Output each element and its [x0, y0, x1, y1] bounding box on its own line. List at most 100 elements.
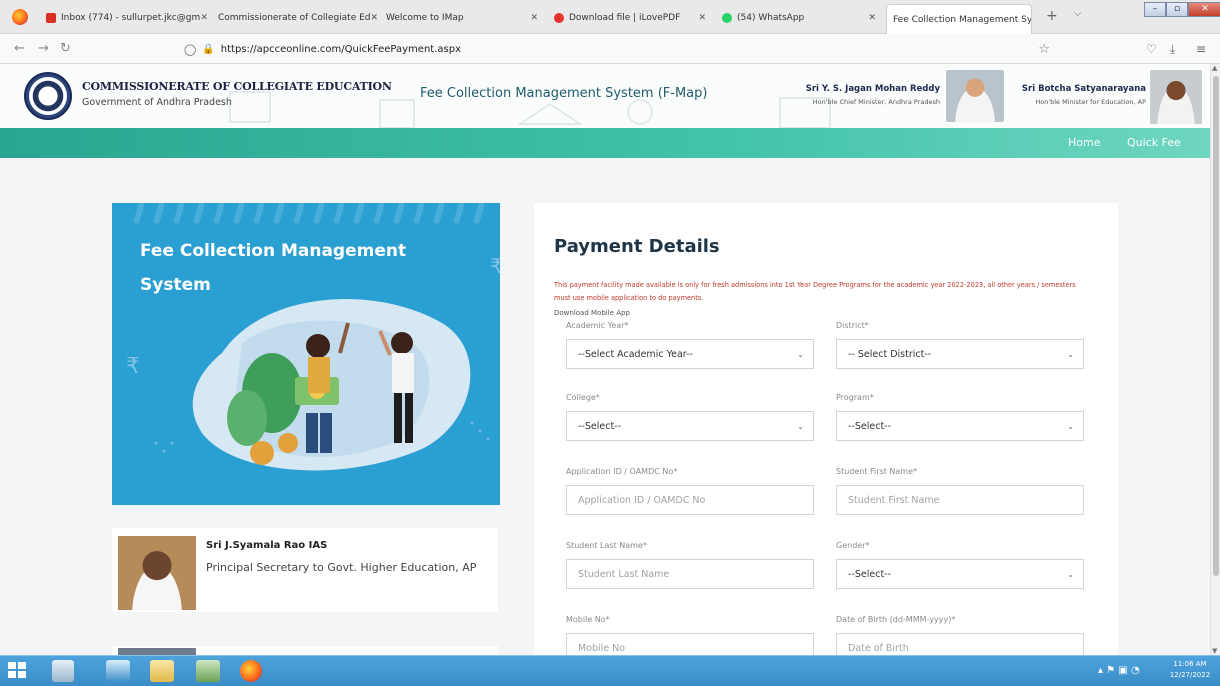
site-header: COMMISSIONERATE OF COLLEGIATE EDUCATION …: [0, 64, 1210, 128]
windows-taskbar: ▴ ⚑ ▣ ◔ 11:06 AM 12/27/2022: [0, 655, 1220, 686]
whatsapp-icon: [722, 13, 732, 23]
nav-home-link[interactable]: Home: [1068, 136, 1100, 149]
tab-gmail[interactable]: Inbox (774) - sullurpet.jkc@gm ✕: [40, 6, 216, 30]
reload-icon[interactable]: ↻: [60, 41, 71, 56]
back-arrow-icon[interactable]: ←: [14, 41, 25, 56]
tab-title: Fee Collection Management Syste: [893, 14, 1032, 25]
outlook-icon[interactable]: [106, 660, 130, 682]
scroll-up-arrow-icon[interactable]: ▲: [1212, 64, 1217, 72]
tab-imap[interactable]: Welcome to IMap ✕: [380, 6, 546, 30]
gender-select[interactable]: --Select-- ⌄: [836, 559, 1084, 589]
tab-fee-collection[interactable]: Fee Collection Management Syste ✕: [886, 4, 1032, 34]
application-id-field[interactable]: [566, 485, 814, 515]
ap-government-emblem-icon: [24, 72, 72, 120]
hero-banner: ₹ ₹ Fee Collection Management System: [112, 203, 500, 505]
new-tab-button[interactable]: +: [1046, 8, 1058, 24]
hero-title-line2: System: [140, 275, 211, 295]
ilovepdf-icon: [554, 13, 564, 23]
officer-card: Sri J.Syamala Rao IAS Principal Secretar…: [112, 528, 498, 612]
district-label: District*: [836, 321, 869, 330]
tab-list-button[interactable]: ⌵: [1074, 8, 1082, 19]
download-mobile-app-link[interactable]: Download Mobile App: [554, 309, 630, 317]
first-name-label: Student First Name*: [836, 467, 918, 476]
file-explorer-icon[interactable]: [52, 660, 74, 682]
url-bar[interactable]: ◯ 🔒 https://apcceonline.com/QuickFeePaym…: [184, 38, 1050, 60]
clock-time: 11:06 AM: [1173, 660, 1207, 668]
system-tray-icons[interactable]: ▴ ⚑ ▣ ◔: [1098, 665, 1140, 676]
college-label: College*: [566, 393, 600, 402]
window-controls: – ▫ ✕: [1144, 2, 1220, 17]
payment-notice: This payment facility made available is …: [554, 281, 1076, 302]
district-select[interactable]: -- Select District-- ⌄: [836, 339, 1084, 369]
downloads-icon[interactable]: ⤓: [1170, 42, 1175, 57]
taskbar-clock[interactable]: 11:06 AM 12/27/2022: [1164, 659, 1216, 681]
tab-close-icon[interactable]: ✕: [530, 13, 546, 23]
tab-title: Welcome to IMap: [386, 13, 464, 23]
svg-text:₹: ₹: [126, 354, 140, 379]
tab-close-icon[interactable]: ✕: [868, 13, 884, 23]
application-id-input[interactable]: [578, 494, 813, 506]
mobile-field[interactable]: [566, 633, 814, 655]
first-name-field[interactable]: [836, 485, 1084, 515]
chevron-down-icon: ⌄: [1067, 350, 1074, 359]
officer-name: Sri J.Syamala Rao IAS: [206, 540, 328, 551]
tab-collegiate[interactable]: Commissionerate of Collegiate Ed ✕: [212, 6, 382, 30]
scrollbar-thumb[interactable]: [1213, 76, 1219, 576]
nav-quick-fee-link[interactable]: Quick Fee: [1127, 136, 1181, 149]
close-window-button[interactable]: ✕: [1188, 2, 1220, 17]
bookmark-star-icon[interactable]: ☆: [1038, 42, 1050, 57]
program-select[interactable]: --Select-- ⌄: [836, 411, 1084, 441]
svg-text:₹: ₹: [490, 254, 500, 278]
forward-arrow-icon[interactable]: →: [38, 41, 49, 56]
dob-field[interactable]: [836, 633, 1084, 655]
district-value: -- Select District--: [848, 348, 932, 360]
last-name-label: Student Last Name*: [566, 541, 647, 550]
academic-year-select[interactable]: --Select Academic Year-- ⌄: [566, 339, 814, 369]
form-title: Payment Details: [554, 236, 720, 257]
last-name-input[interactable]: [578, 568, 813, 580]
main-navigation: Home Quick Fee: [0, 128, 1210, 158]
gmail-icon: [46, 13, 56, 23]
program-label: Program*: [836, 393, 874, 402]
url-text: https://apcceonline.com/QuickFeePayment.…: [220, 43, 461, 55]
first-name-input[interactable]: [848, 494, 1083, 506]
app-icon[interactable]: [196, 660, 220, 682]
tab-ilovepdf[interactable]: Download file | iLovePDF ✕: [548, 6, 714, 30]
tab-title: Commissionerate of Collegiate Ed: [218, 13, 371, 23]
education-minister-photo: [1150, 70, 1202, 124]
officer-photo: [118, 536, 196, 610]
academic-year-label: Academic Year*: [566, 321, 629, 330]
tab-close-icon[interactable]: ✕: [698, 13, 714, 23]
chevron-down-icon: ⌄: [797, 422, 804, 431]
windows-start-icon[interactable]: [8, 662, 28, 680]
academic-year-value: --Select Academic Year--: [578, 348, 693, 360]
program-value: --Select--: [848, 420, 892, 432]
chevron-down-icon: ⌄: [797, 350, 804, 359]
minimize-button[interactable]: –: [1144, 2, 1166, 17]
scroll-down-arrow-icon[interactable]: ▼: [1212, 647, 1217, 655]
firefox-taskbar-icon[interactable]: [240, 660, 262, 682]
tab-title: (54) WhatsApp: [737, 13, 805, 23]
browser-tab-strip: Inbox (774) - sullurpet.jkc@gm ✕ Commiss…: [0, 0, 1220, 34]
folder-icon[interactable]: [150, 660, 174, 682]
firefox-menu-icon[interactable]: [12, 9, 28, 25]
chevron-down-icon: ⌄: [1067, 422, 1074, 431]
gender-label: Gender*: [836, 541, 870, 550]
last-name-field[interactable]: [566, 559, 814, 589]
application-id-label: Application ID / OAMDC No*: [566, 467, 678, 476]
dob-input[interactable]: [848, 642, 1083, 654]
officer-card-2: [112, 646, 498, 655]
dept-subtitle: Government of Andhra Pradesh: [82, 97, 232, 108]
dept-title: COMMISSIONERATE OF COLLEGIATE EDUCATION: [82, 80, 392, 93]
education-minister-name: Sri Botcha Satyanarayana: [1021, 84, 1146, 94]
mobile-input[interactable]: [578, 642, 813, 654]
page-scrollbar[interactable]: ▲ ▼: [1210, 64, 1220, 655]
college-value: --Select--: [578, 420, 622, 432]
college-select[interactable]: --Select-- ⌄: [566, 411, 814, 441]
menu-icon[interactable]: ≡: [1196, 42, 1206, 56]
tab-whatsapp[interactable]: (54) WhatsApp ✕: [716, 6, 884, 30]
maximize-button[interactable]: ▫: [1166, 2, 1188, 17]
pocket-icon[interactable]: ♡: [1146, 42, 1157, 56]
dob-label: Date of Birth (dd-MMM-yyyy)*: [836, 615, 956, 624]
hero-title-line1: Fee Collection Management: [140, 241, 407, 261]
